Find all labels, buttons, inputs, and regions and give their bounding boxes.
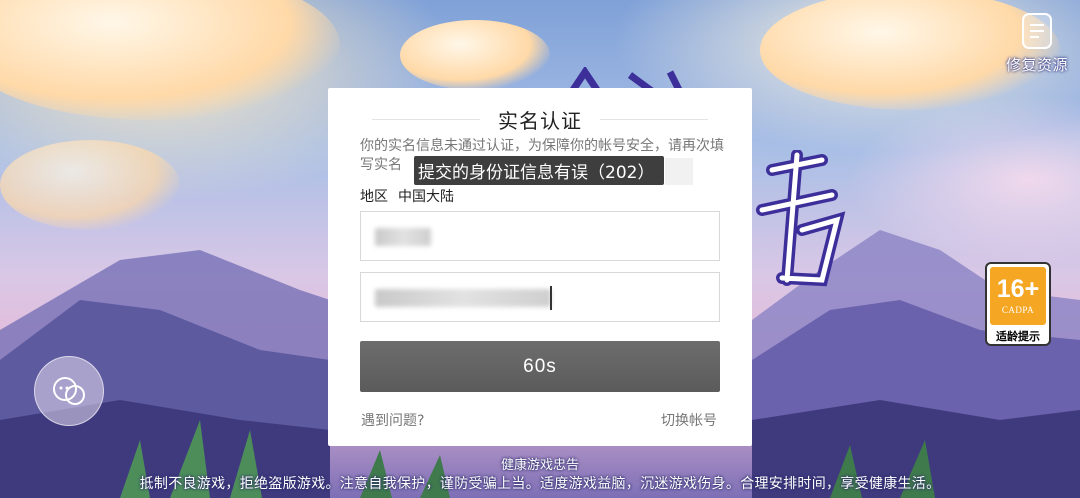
redacted-id-value	[375, 289, 551, 307]
id-number-input[interactable]	[360, 272, 720, 322]
repair-resource-label: 修复资源	[1005, 56, 1068, 74]
divider	[600, 118, 708, 120]
toast-overlay-fragment	[665, 158, 693, 185]
age-rating-panel: 16+ CADPA	[990, 267, 1046, 325]
age-rating-tip: 适龄提示	[996, 330, 1040, 343]
health-notice-text: 抵制不良游戏，拒绝盗版游戏。注意自我保护，谨防受骗上当。适度游戏益脑，沉迷游戏伤…	[139, 476, 941, 492]
repair-resource-button[interactable]: 修复资源	[1002, 12, 1072, 75]
redacted-name-value	[375, 228, 431, 246]
age-rating-org: CADPA	[1001, 305, 1035, 315]
name-input[interactable]	[360, 211, 720, 261]
health-notice-title: 健康游戏忠告	[500, 458, 579, 473]
chat-bubble-icon	[53, 377, 85, 405]
age-rating-badge[interactable]: 16+ CADPA 适龄提示	[985, 262, 1051, 346]
divider	[372, 118, 480, 120]
document-repair-icon	[1019, 12, 1055, 52]
text-caret	[550, 286, 552, 310]
floating-assistant-button[interactable]	[34, 356, 104, 426]
real-name-verification-dialog: 实名认证 你的实名信息未通过认证，为保障你的帐号安全，请再次填写实名 地区 中国大…	[328, 88, 752, 446]
submit-countdown-button[interactable]: 60s	[360, 341, 720, 392]
region-value: 中国大陆	[398, 189, 454, 205]
game-logo-glyph	[756, 150, 846, 287]
age-rating-number: 16+	[996, 275, 1040, 303]
health-gaming-notice: 健康游戏忠告 抵制不良游戏，拒绝盗版游戏。注意自我保护，谨防受骗上当。适度游戏益…	[0, 456, 1080, 498]
region-row: 地区 中国大陆	[360, 186, 454, 206]
help-link[interactable]: 遇到问题?	[361, 410, 424, 430]
dialog-title: 实名认证	[498, 110, 582, 133]
dialog-header: 实名认证	[328, 104, 752, 134]
error-toast: 提交的身份证信息有误（202）	[414, 156, 665, 185]
region-label: 地区	[360, 189, 388, 205]
switch-account-link[interactable]: 切换帐号	[661, 410, 717, 430]
